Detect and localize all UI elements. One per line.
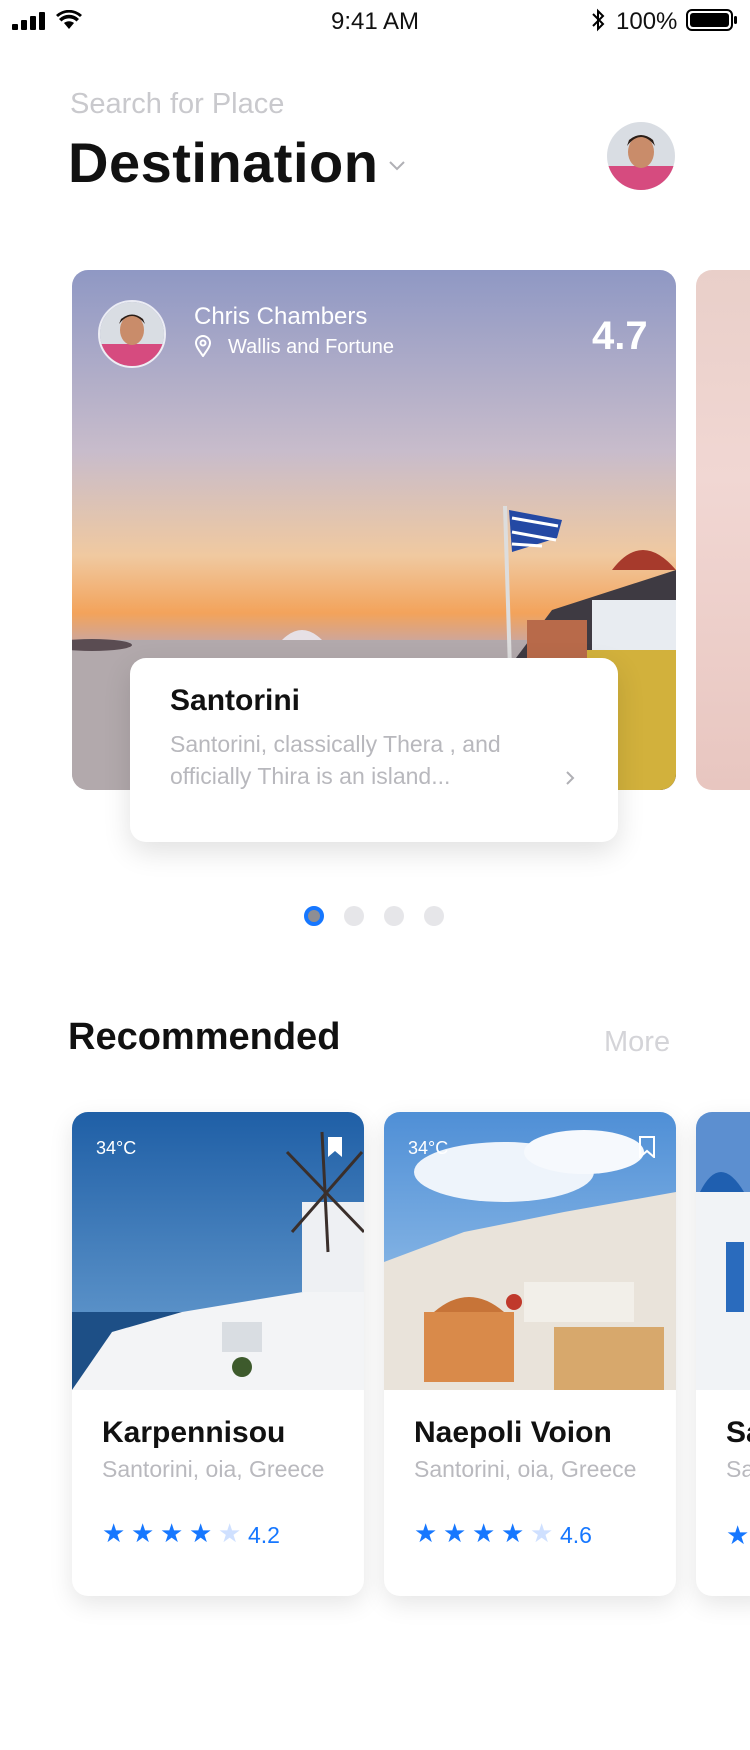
pagination-dot[interactable] <box>384 906 404 926</box>
bookmark-outline-icon[interactable] <box>638 1136 656 1158</box>
recommended-card[interactable]: 34°C Naepoli Voion Santorini, oia, Greec… <box>384 1112 676 1596</box>
avatar-photo <box>607 122 675 190</box>
search-for-place-label[interactable]: Search for Place <box>70 88 284 121</box>
bookmark-icon[interactable] <box>326 1136 344 1158</box>
star-rating: ★ ★ ★ ★ ★ <box>414 1520 559 1546</box>
destination-description: Santorini, classically Thera , and offic… <box>170 731 501 789</box>
star-icon: ★ <box>501 1518 525 1548</box>
star-icon: ★ <box>472 1518 496 1548</box>
star-icon: ★ <box>160 1518 184 1548</box>
destination-info-card[interactable]: Santorini Santorini, classically Thera ,… <box>130 658 618 842</box>
battery-percentage: 100% <box>616 8 678 35</box>
next-destination-card-peek[interactable] <box>696 270 750 790</box>
page-title[interactable]: Destination <box>68 130 378 195</box>
recommended-location: Sa <box>726 1456 750 1482</box>
recommended-card-peek[interactable]: Sa Sa ★ <box>696 1112 750 1596</box>
destination-rating: 4.7 <box>592 314 648 358</box>
star-icon: ★ <box>726 1520 750 1550</box>
star-rating: ★ ★ ★ ★ ★ <box>102 1520 247 1546</box>
recommended-card[interactable]: 34°C Karpennisou Santorini, oia, Greece … <box>72 1112 364 1596</box>
recommended-location: Santorini, oia, Greece <box>102 1456 325 1482</box>
recommended-section-title: Recommended <box>68 1016 341 1058</box>
chevron-down-icon[interactable] <box>388 160 406 172</box>
more-link[interactable]: More <box>604 1026 670 1059</box>
card-user-location: Wallis and Fortune <box>228 336 394 358</box>
profile-avatar[interactable] <box>607 122 675 190</box>
star-empty-icon: ★ <box>530 1518 554 1548</box>
recommended-name: Naepoli Voion <box>414 1416 612 1449</box>
star-empty-icon: ★ <box>218 1518 242 1548</box>
recommended-location: Santorini, oia, Greece <box>414 1456 637 1482</box>
card-user-avatar[interactable] <box>98 300 166 368</box>
bluetooth-icon <box>592 8 605 32</box>
carousel-pagination <box>304 906 444 926</box>
pagination-dot[interactable] <box>424 906 444 926</box>
star-icon: ★ <box>102 1518 126 1548</box>
star-icon: ★ <box>189 1518 213 1548</box>
pagination-dot-active[interactable] <box>304 906 324 926</box>
card-user-name[interactable]: Chris Chambers <box>194 303 367 331</box>
pagination-dot[interactable] <box>344 906 364 926</box>
temperature-label: 34°C <box>408 1138 449 1158</box>
status-bar: 9:41 AM 100% <box>0 0 750 42</box>
destination-title: Santorini <box>170 684 301 717</box>
recommended-name: Karpennisou <box>102 1416 286 1449</box>
chevron-right-icon[interactable] <box>564 770 576 786</box>
star-icon: ★ <box>414 1518 438 1548</box>
battery-icon <box>686 9 737 31</box>
star-icon: ★ <box>443 1518 467 1548</box>
star-icon: ★ <box>131 1518 155 1548</box>
user-photo <box>100 302 164 366</box>
recommended-name: Sa <box>726 1416 750 1449</box>
blue-dome-photo <box>696 1112 750 1390</box>
temperature-label: 34°C <box>96 1138 137 1158</box>
rating-score: 4.2 <box>248 1522 280 1548</box>
rating-score: 4.6 <box>560 1522 592 1548</box>
location-pin-icon <box>194 335 212 357</box>
